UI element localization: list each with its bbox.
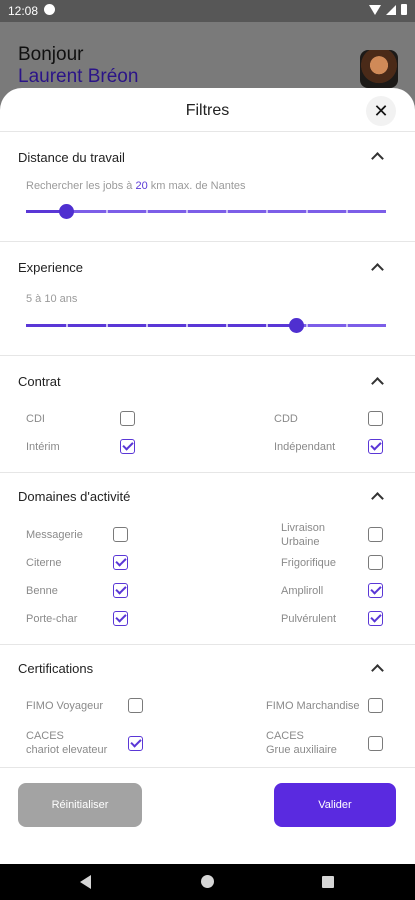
system-icons [369,4,407,15]
filters-sheet: Filtres ✕ Distance du travail Rechercher… [0,88,415,864]
battery-icon [401,4,407,15]
slider-tick [266,324,268,327]
slider-tick [226,324,228,327]
option-label: Citerne [26,557,62,569]
experience-hint: 5 à 10 ans [26,293,78,305]
home-icon[interactable] [201,875,214,888]
slider-tick [106,324,108,327]
app-notification-icon [44,4,55,15]
divider [0,131,415,132]
slider-tick [266,210,268,213]
slider-tick [66,324,68,327]
ampliroll-checkbox[interactable] [368,583,383,598]
option-label: CDD [274,413,298,425]
fimo-marchandise-checkbox[interactable] [368,698,383,713]
slider-tick [306,324,308,327]
slider-tick [306,210,308,213]
slider-tick [346,324,348,327]
slider-tick [186,210,188,213]
domaines-section-title[interactable]: Domaines d'activité [18,489,130,504]
navigation-bar [0,864,415,900]
experience-section-title[interactable]: Experience [18,260,83,275]
distance-hint-suffix: km max. de Nantes [147,180,246,192]
option-label: CDI [26,413,45,425]
porte-char-checkbox[interactable] [113,611,128,626]
signal-icon [386,4,396,15]
close-icon: ✕ [373,101,389,121]
citerne-checkbox[interactable] [113,555,128,570]
validate-button[interactable]: Valider [274,783,396,827]
option-label: Ampliroll [281,585,324,597]
chevron-up-icon[interactable] [371,263,384,276]
chevron-up-icon[interactable] [371,152,384,165]
divider [0,767,415,768]
status-time: 12:08 [8,4,39,18]
distance-hint: Rechercher les jobs à 20 km max. de Nant… [26,180,246,192]
option-label: CACES chariot elevateur [26,729,107,757]
option-label-line: CACES [266,730,304,742]
option-label: FIMO Marchandise [266,700,360,712]
close-button[interactable]: ✕ [366,96,396,126]
user-name: Laurent Bréon [18,66,139,87]
reset-button[interactable]: Réinitialiser [18,783,142,827]
frigorifique-checkbox[interactable] [368,555,383,570]
option-label: CACES Grue auxiliaire [266,729,337,757]
recent-apps-icon[interactable] [322,876,334,888]
back-icon[interactable] [80,875,91,889]
chevron-up-icon[interactable] [371,377,384,390]
avatar[interactable] [360,50,398,88]
slider-tick [106,210,108,213]
option-label-line: chariot elevateur [26,744,108,756]
option-label-line: CACES [26,730,64,742]
interim-checkbox[interactable] [120,439,135,454]
divider [0,644,415,645]
chevron-up-icon[interactable] [371,492,384,505]
livraison-urbaine-checkbox[interactable] [368,527,383,542]
option-label: Frigorifique [281,557,337,569]
cdi-checkbox[interactable] [120,411,135,426]
distance-section-title[interactable]: Distance du travail [18,150,125,165]
option-label: Indépendant [274,441,336,453]
option-label: Intérim [26,441,60,453]
slider-thumb[interactable] [59,204,74,219]
wifi-icon [369,4,381,15]
slider-tick [146,324,148,327]
caces-grue-checkbox[interactable] [368,736,383,751]
option-label: Messagerie [26,529,83,541]
slider-tick [226,210,228,213]
distance-slider[interactable] [26,204,386,219]
greeting-text: Bonjour [18,44,84,65]
slider-tick [186,324,188,327]
option-label: FIMO Voyageur [26,700,104,712]
option-label: Benne [26,585,58,597]
divider [0,355,415,356]
option-label: Porte-char [26,613,78,625]
option-label: Pulvérulent [281,613,337,625]
distance-hint-prefix: Rechercher les jobs à [26,180,136,192]
caces-chariot-checkbox[interactable] [128,736,143,751]
divider [0,472,415,473]
slider-tick [146,210,148,213]
option-label: Livraison Urbaine [281,522,326,548]
messagerie-checkbox[interactable] [113,527,128,542]
contrat-section-title[interactable]: Contrat [18,374,61,389]
distance-value: 20 [135,180,148,192]
chevron-up-icon[interactable] [371,664,384,677]
sheet-title: Filtres [185,102,230,119]
independant-checkbox[interactable] [368,439,383,454]
slider-tick [346,210,348,213]
slider-track [296,324,386,327]
status-bar: 12:08 [0,0,415,22]
certifications-section-title[interactable]: Certifications [18,661,93,676]
experience-slider[interactable] [26,318,386,333]
option-label-line: Grue auxiliaire [266,744,337,756]
pulverulent-checkbox[interactable] [368,611,383,626]
fimo-voyageur-checkbox[interactable] [128,698,143,713]
benne-checkbox[interactable] [113,583,128,598]
slider-thumb[interactable] [289,318,304,333]
cdd-checkbox[interactable] [368,411,383,426]
divider [0,241,415,242]
